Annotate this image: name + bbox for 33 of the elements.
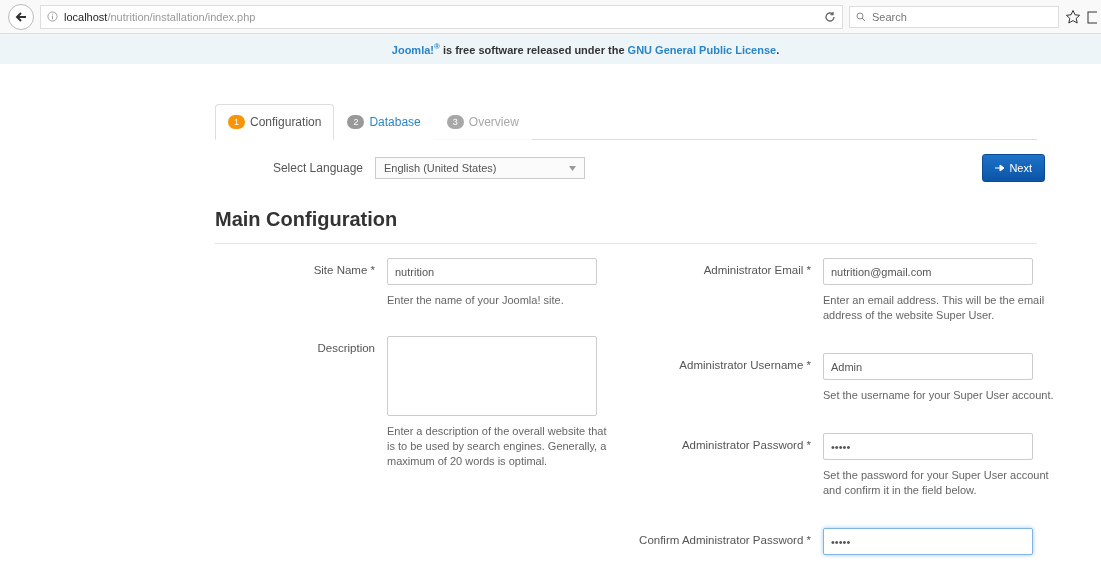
arrow-icon bbox=[995, 164, 1006, 172]
license-link[interactable]: Joomla!$^{®}$ bbox=[391, 43, 440, 56]
back-arrow-icon bbox=[15, 10, 27, 23]
field-label: Administrator Email * bbox=[702, 263, 811, 278]
section-heading: Main Configuration bbox=[215, 208, 1037, 244]
back-button[interactable] bbox=[8, 3, 34, 30]
language-label: Select Language bbox=[271, 161, 364, 175]
field-label: Administrator Username * bbox=[678, 358, 811, 373]
help-text: Enter an email address. This will be the email address of the website Super User. bbox=[823, 293, 1046, 323]
help-text: Set the password for your Super User account and confirm it in the field below. bbox=[823, 468, 1050, 498]
text-field[interactable]: nutrition@gmail.com bbox=[823, 258, 1033, 285]
next-button[interactable]: Next bbox=[982, 154, 1045, 182]
field-label: Administrator Password * bbox=[680, 438, 811, 453]
description-field[interactable] bbox=[387, 336, 597, 416]
help-text: Enter the name of your Joomla! site. bbox=[387, 293, 565, 308]
text-field[interactable]: Admin bbox=[823, 353, 1033, 380]
star-icon[interactable] bbox=[1065, 8, 1081, 25]
text-field[interactable]: nutrition bbox=[387, 258, 597, 285]
reload-icon[interactable] bbox=[824, 10, 836, 23]
search-field[interactable]: Search bbox=[849, 5, 1059, 28]
help-text: Enter a description of the overall website that is to be used by search engines. Generally, a maximum of 20 words is optimal. bbox=[387, 424, 608, 469]
license-notice: Joomla!$^{®}$ is free software released under the GNU General Public License. bbox=[391, 42, 780, 56]
info-icon bbox=[47, 11, 58, 22]
text-field[interactable]: ••••• bbox=[823, 433, 1033, 460]
text-field[interactable]: ••••• bbox=[823, 528, 1033, 555]
step-tab[interactable]: 1 Configuration bbox=[215, 104, 335, 140]
language-select[interactable]: English (United States) bbox=[375, 157, 585, 179]
address-bar[interactable]: localhost/nutrition/installation/index.php bbox=[40, 4, 843, 29]
caret-icon bbox=[569, 165, 576, 171]
field-label: Description bbox=[316, 341, 375, 356]
help-text: Set the username for your Super User account. bbox=[823, 388, 1055, 403]
field-label: Confirm Administrator Password * bbox=[638, 533, 811, 548]
field-label: Site Name * bbox=[312, 263, 375, 278]
